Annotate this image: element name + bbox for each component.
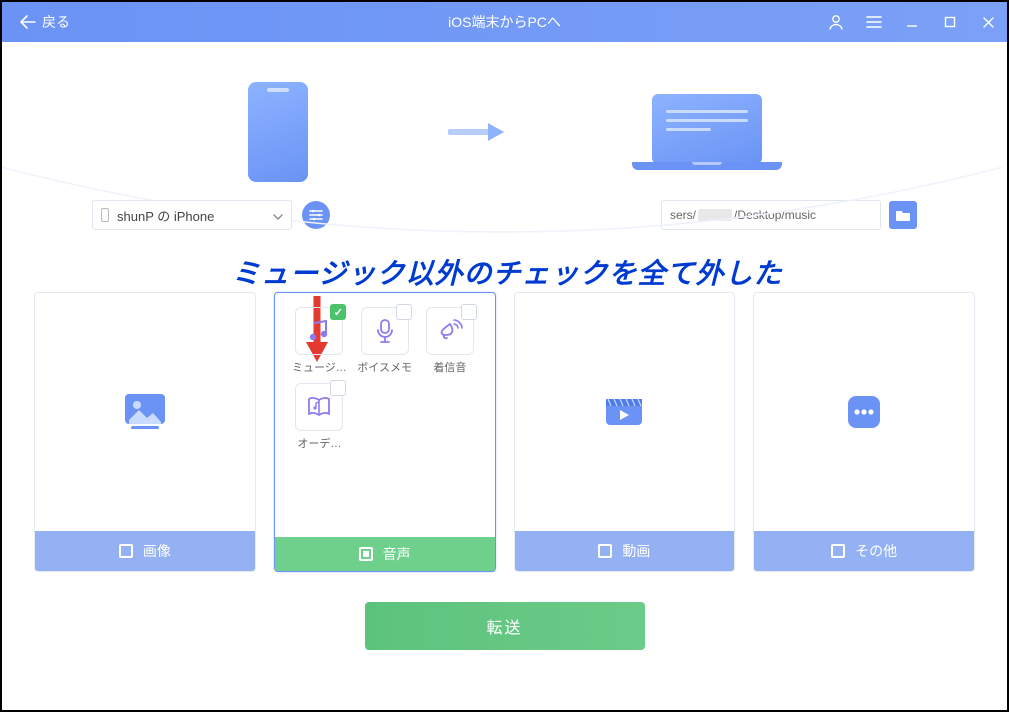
- other-checkbox[interactable]: [831, 544, 845, 558]
- phone-icon: [248, 82, 308, 182]
- audiobook-icon[interactable]: [295, 383, 343, 431]
- audio-subgrid: ミュージ… ボイスメモ 着信音: [275, 293, 495, 537]
- maximize-button[interactable]: [931, 2, 969, 42]
- window-title: iOS端末からPCへ: [448, 12, 561, 32]
- category-image-footer[interactable]: 画像: [35, 531, 255, 571]
- category-other[interactable]: その他: [753, 292, 975, 572]
- ringtone-label: 着信音: [433, 359, 466, 375]
- other-icon: [842, 390, 886, 434]
- destination-group: sers/ /Desktop/music: [661, 200, 917, 230]
- sub-item-ringtone: 着信音: [419, 307, 480, 375]
- category-other-footer[interactable]: その他: [754, 531, 974, 571]
- voicememo-icon[interactable]: [361, 307, 409, 355]
- video-icon: [602, 390, 646, 434]
- image-icon: [123, 390, 167, 434]
- ringtone-icon[interactable]: [426, 307, 474, 355]
- account-icon[interactable]: [817, 2, 855, 42]
- phone-mini-icon: [101, 208, 109, 222]
- device-dropdown[interactable]: shunP の iPhone: [92, 200, 292, 230]
- category-image[interactable]: 画像: [34, 292, 256, 572]
- close-button[interactable]: [969, 2, 1007, 42]
- transfer-flow: [22, 82, 987, 182]
- video-label: 動画: [622, 541, 650, 561]
- sub-item-voicememo: ボイスメモ: [354, 307, 415, 375]
- transfer-label: 転送: [486, 614, 522, 638]
- sub-item-audiobook: オーデ…: [289, 383, 350, 451]
- device-select-group: shunP の iPhone: [92, 200, 330, 230]
- browse-folder-button[interactable]: [889, 201, 917, 229]
- voicememo-label: ボイスメモ: [357, 359, 412, 375]
- minimize-button[interactable]: [893, 2, 931, 42]
- transfer-button[interactable]: 転送: [365, 602, 645, 650]
- category-audio-footer[interactable]: 音声: [275, 537, 495, 571]
- category-video[interactable]: 動画: [514, 292, 736, 572]
- flow-arrow-icon: [448, 120, 512, 144]
- titlebar-right: [817, 2, 1007, 42]
- selectors-row: shunP の iPhone sers/ /Desktop/music: [92, 200, 917, 230]
- category-video-footer[interactable]: 動画: [515, 531, 735, 571]
- audiobook-label: オーデ…: [297, 435, 341, 451]
- destination-path[interactable]: sers/ /Desktop/music: [661, 200, 881, 230]
- path-prefix: sers/: [670, 208, 696, 222]
- other-label: その他: [855, 541, 897, 561]
- video-checkbox[interactable]: [598, 544, 612, 558]
- back-button[interactable]: 戻る: [20, 12, 70, 32]
- menu-icon[interactable]: [855, 2, 893, 42]
- path-redacted: [698, 209, 732, 221]
- back-label: 戻る: [42, 12, 70, 32]
- back-arrow-icon: [20, 15, 36, 29]
- device-options-button[interactable]: [302, 201, 330, 229]
- category-row: 画像 ミュージ… ボイスメモ: [34, 292, 975, 572]
- audio-checkbox[interactable]: [359, 547, 373, 561]
- device-name: shunP の iPhone: [117, 206, 214, 225]
- content: shunP の iPhone sers/ /Desktop/music ミュージ…: [2, 42, 1007, 650]
- image-label: 画像: [143, 541, 171, 561]
- annotation-text: ミュージック以外のチェックを全て外した: [232, 252, 1007, 292]
- audio-label: 音声: [383, 544, 411, 564]
- category-audio[interactable]: ミュージ… ボイスメモ 着信音: [274, 292, 496, 572]
- music-icon[interactable]: [295, 307, 343, 355]
- titlebar: 戻る iOS端末からPCへ: [2, 2, 1007, 42]
- laptop-icon: [652, 94, 762, 170]
- path-suffix: /Desktop/music: [734, 208, 816, 222]
- chevron-down-icon: [273, 208, 283, 223]
- image-checkbox[interactable]: [119, 544, 133, 558]
